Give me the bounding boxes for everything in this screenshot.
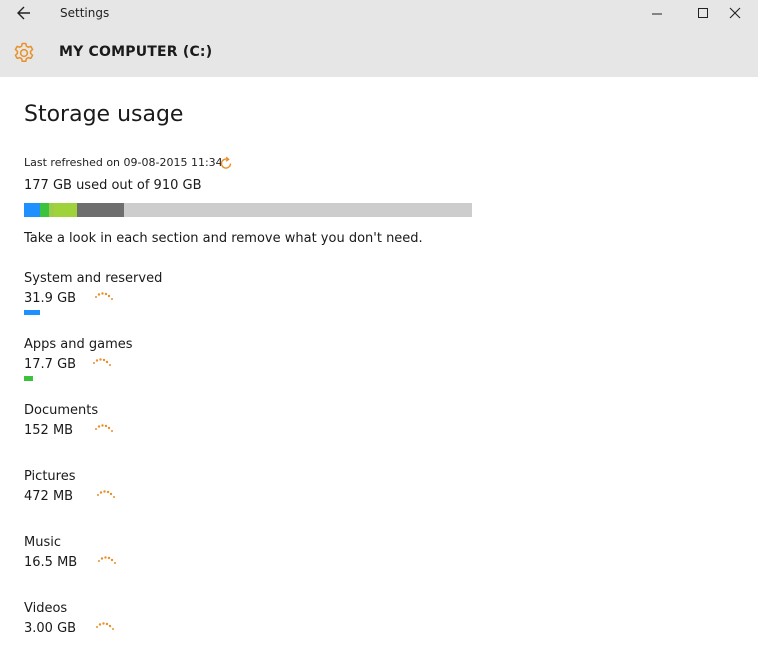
spinner-dot	[101, 424, 104, 427]
last-refreshed-text: Last refreshed on 09-08-2015 11:34	[24, 156, 223, 169]
spinner-dot	[99, 491, 103, 494]
category-name: Videos	[24, 601, 68, 616]
refresh-icon	[220, 156, 232, 169]
category-name: Pictures	[24, 469, 76, 484]
minimize-button[interactable]	[634, 0, 680, 26]
spinner-dot	[109, 492, 113, 496]
spinner-dot	[98, 560, 100, 562]
loading-spinner-icon	[97, 490, 115, 498]
spinner-dot	[95, 428, 97, 430]
spinner-dot	[100, 557, 104, 560]
close-button[interactable]	[712, 0, 758, 26]
back-button[interactable]	[11, 4, 35, 22]
back-arrow-icon	[17, 6, 30, 20]
title-bar: Settings	[0, 0, 758, 26]
spinner-dot	[112, 628, 114, 630]
category-size: 3.00 GB	[24, 621, 77, 636]
spinner-dot	[107, 294, 111, 298]
loading-spinner-icon	[95, 292, 113, 300]
page-title: Storage usage	[24, 102, 184, 127]
app-title: Settings	[60, 6, 110, 20]
close-icon	[729, 7, 741, 19]
category-name: Apps and games	[24, 337, 133, 352]
hint-text: Take a look in each section and remove w…	[24, 231, 423, 246]
spinner-dot	[95, 359, 99, 362]
usage-bar-segment	[24, 203, 40, 217]
spinner-dot	[103, 490, 106, 493]
spinner-dot	[93, 362, 95, 364]
spinner-dot	[97, 425, 101, 428]
category-size: 472 MB	[24, 489, 74, 504]
usage-bar-segment	[39, 203, 49, 217]
spinner-dot	[114, 562, 116, 564]
spinner-dot	[111, 430, 113, 432]
spinner-dot	[96, 626, 98, 628]
minimize-icon	[652, 13, 662, 15]
spinner-dot	[104, 292, 108, 296]
spinner-dot	[109, 364, 111, 366]
category-size: 152 MB	[24, 423, 74, 438]
spinner-dot	[107, 426, 111, 430]
drive-title: MY COMPUTER (C:)	[59, 44, 213, 60]
category-documents[interactable]: Documents 152 MB	[24, 403, 324, 453]
spinner-dot	[106, 490, 110, 494]
usage-summary: 177 GB used out of 910 GB	[24, 178, 202, 193]
category-usage-bar	[24, 310, 40, 315]
spinner-dot	[105, 622, 109, 626]
spinner-dot	[107, 556, 111, 560]
category-name: Music	[24, 535, 61, 550]
spinner-dot	[98, 623, 102, 626]
category-music[interactable]: Music 16.5 MB	[24, 535, 324, 585]
category-size: 17.7 GB	[24, 357, 77, 372]
spinner-dot	[102, 358, 106, 362]
spinner-dot	[95, 296, 97, 298]
category-name: System and reserved	[24, 271, 163, 286]
spinner-dot	[102, 622, 105, 625]
spinner-dot	[99, 358, 102, 361]
maximize-icon	[698, 8, 708, 18]
refresh-button[interactable]	[218, 156, 234, 172]
spinner-dot	[104, 556, 107, 559]
page-header: MY COMPUTER (C:)	[0, 26, 758, 77]
loading-spinner-icon	[95, 424, 113, 432]
category-size: 16.5 MB	[24, 555, 78, 570]
usage-bar-segment	[77, 203, 124, 217]
category-pictures[interactable]: Pictures 472 MB	[24, 469, 324, 519]
spinner-dot	[101, 292, 104, 295]
spinner-dot	[105, 360, 109, 364]
category-size: 31.9 GB	[24, 291, 77, 306]
spinner-dot	[104, 424, 108, 428]
spinner-dot	[110, 558, 114, 562]
category-name: Documents	[24, 403, 99, 418]
loading-spinner-icon	[98, 556, 116, 564]
usage-bar-segment	[54, 203, 78, 217]
loading-spinner-icon	[96, 622, 114, 630]
loading-spinner-icon	[93, 358, 111, 366]
gear-icon	[14, 42, 34, 63]
spinner-dot	[113, 496, 115, 498]
storage-usage-bar	[24, 203, 472, 217]
category-system-and-reserved[interactable]: System and reserved 31.9 GB	[24, 271, 324, 321]
spinner-dot	[111, 298, 113, 300]
category-usage-bar	[24, 376, 33, 381]
category-apps-and-games[interactable]: Apps and games 17.7 GB	[24, 337, 324, 387]
spinner-dot	[97, 494, 99, 496]
spinner-dot	[97, 293, 101, 296]
category-videos[interactable]: Videos 3.00 GB	[24, 601, 324, 651]
